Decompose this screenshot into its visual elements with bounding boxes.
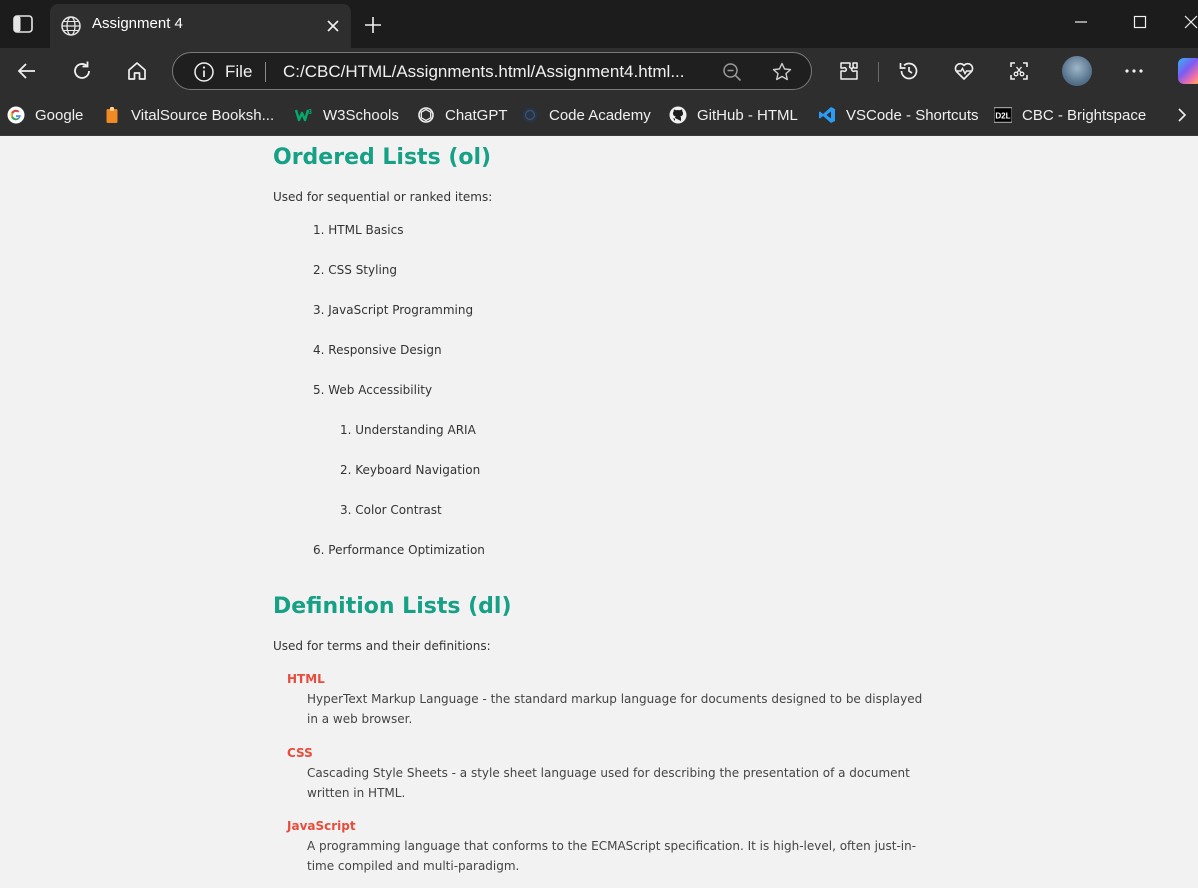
profile-avatar[interactable] xyxy=(1062,56,1092,86)
address-bar[interactable]: File C:/CBC/HTML/Assignments.html/Assign… xyxy=(172,52,812,90)
bookmark-label: VSCode - Shortcuts xyxy=(846,106,979,124)
definition-lists-heading: Definition Lists (dl) xyxy=(273,594,512,619)
bookmark-label: CBC - Brightspace xyxy=(1022,106,1147,124)
scheme-label: File xyxy=(225,62,253,81)
definition-description: Cascading Style Sheets - a style sheet l… xyxy=(307,766,910,800)
bookmark-w3schools[interactable]: 3 W3Schools xyxy=(295,104,399,126)
address-divider xyxy=(265,62,266,82)
close-tab-icon[interactable] xyxy=(323,16,343,36)
page-viewport: Ordered Lists (ol) Used for sequential o… xyxy=(0,137,1198,888)
nested-list-item: 2. Keyboard Navigation xyxy=(340,463,481,477)
bookmark-label: VitalSource Booksh... xyxy=(131,106,275,124)
list-item: 3. JavaScript Programming xyxy=(313,303,474,317)
tab-strip: Assignment 4 xyxy=(0,0,1198,48)
list-item: 1. HTML Basics xyxy=(313,223,404,237)
bookmark-label: Google xyxy=(35,106,84,124)
bookmark-google[interactable]: Google xyxy=(7,104,83,126)
ordered-lists-heading: Ordered Lists (ol) xyxy=(273,145,492,170)
list-item: 5. Web Accessibility xyxy=(313,383,433,397)
bookmark-brightspace[interactable]: D2L CBC - Brightspace xyxy=(994,104,1146,126)
chatgpt-icon xyxy=(417,106,435,124)
tab-title: Assignment 4 xyxy=(92,15,183,32)
svg-text:3: 3 xyxy=(308,109,312,116)
site-info-icon[interactable] xyxy=(193,61,215,83)
definition-lists-intro: Used for terms and their definitions: xyxy=(273,639,491,653)
definition-term: CSS xyxy=(287,746,313,760)
codeacademy-icon xyxy=(521,106,539,124)
copilot-icon[interactable] xyxy=(1178,58,1198,84)
history-icon[interactable] xyxy=(894,56,924,86)
bookmark-github[interactable]: GitHub - HTML xyxy=(669,104,798,126)
bookmark-vitalsource[interactable]: VitalSource Booksh... xyxy=(103,104,274,126)
definition-description: A programming language that conforms to … xyxy=(307,839,917,873)
list-item: 4. Responsive Design xyxy=(313,343,442,357)
favorite-star-icon[interactable] xyxy=(771,61,793,83)
active-tab[interactable]: Assignment 4 xyxy=(50,4,351,48)
back-icon[interactable] xyxy=(12,56,42,86)
new-tab-icon[interactable] xyxy=(360,12,386,38)
ordered-lists-intro: Used for sequential or ranked items: xyxy=(273,190,493,204)
nested-list-item: 3. Color Contrast xyxy=(340,503,442,517)
zoom-out-icon[interactable] xyxy=(721,61,743,83)
vscode-icon xyxy=(818,106,836,124)
maximize-icon[interactable] xyxy=(1117,8,1163,36)
list-item: 2. CSS Styling xyxy=(313,263,398,277)
screenshot-icon[interactable] xyxy=(1004,56,1034,86)
home-icon[interactable] xyxy=(122,56,152,86)
bookmark-label: W3Schools xyxy=(323,106,399,124)
bookmark-label: GitHub - HTML xyxy=(697,106,798,124)
minimize-icon[interactable] xyxy=(1058,8,1104,36)
bookmark-chatgpt[interactable]: ChatGPT xyxy=(417,104,508,126)
google-icon xyxy=(7,106,25,124)
d2l-icon: D2L xyxy=(994,106,1012,124)
definition-term: JavaScript xyxy=(287,819,356,833)
browser-essentials-icon[interactable] xyxy=(949,56,979,86)
chevron-right-icon[interactable] xyxy=(1172,104,1192,126)
extensions-icon[interactable] xyxy=(834,56,864,86)
bookmark-vscode[interactable]: VSCode - Shortcuts xyxy=(818,104,979,126)
browser-toolbar: File C:/CBC/HTML/Assignments.html/Assign… xyxy=(0,48,1198,94)
url-text[interactable]: C:/CBC/HTML/Assignments.html/Assignment4… xyxy=(283,62,685,82)
refresh-icon[interactable] xyxy=(67,56,97,86)
definition-term: HTML xyxy=(287,672,325,686)
bookmark-codeacademy[interactable]: Code Academy xyxy=(521,104,651,126)
bookmark-label: ChatGPT xyxy=(445,106,508,124)
github-icon xyxy=(669,106,687,124)
definition-description: HyperText Markup Language - the standard… xyxy=(307,692,923,726)
tab-actions-icon[interactable] xyxy=(6,8,40,40)
list-item: 6. Performance Optimization xyxy=(313,543,485,557)
bookmarks-bar: Google VitalSource Booksh... 3 W3Schools… xyxy=(0,94,1198,136)
nested-list-item: 1. Understanding ARIA xyxy=(340,423,476,437)
w3schools-icon: 3 xyxy=(295,106,313,124)
svg-text:D2L: D2L xyxy=(995,112,1010,121)
globe-icon xyxy=(60,15,82,37)
more-options-icon[interactable] xyxy=(1119,56,1149,86)
toolbar-divider xyxy=(878,62,879,82)
close-window-icon[interactable] xyxy=(1170,8,1198,36)
vitalsource-icon xyxy=(103,106,121,124)
bookmark-label: Code Academy xyxy=(549,106,651,124)
